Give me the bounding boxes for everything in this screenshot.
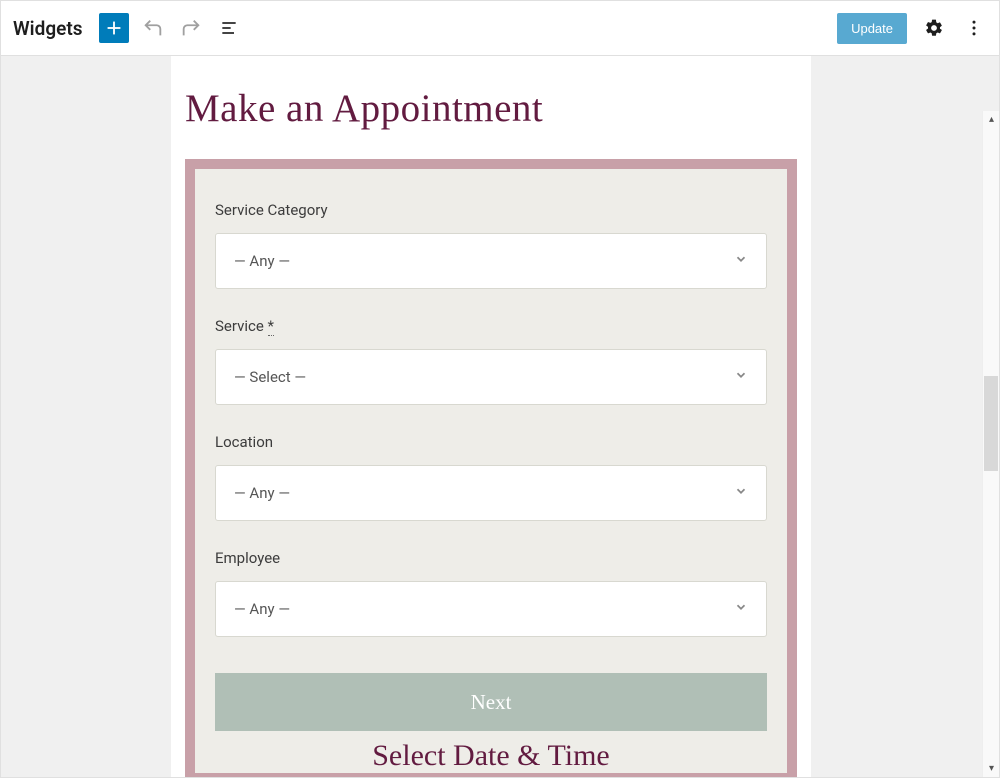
chevron-down-icon [734, 368, 748, 386]
service-category-select[interactable]: — Any — [215, 233, 767, 289]
employee-value: — Any — [234, 600, 290, 618]
employee-label: Employee [215, 549, 767, 567]
chevron-down-icon [734, 252, 748, 270]
scroll-up-arrow[interactable]: ▴ [983, 111, 999, 128]
form-frame: Service Category — Any — Service * — Sel… [185, 159, 797, 777]
location-field: Location — Any — [215, 433, 767, 521]
appointment-heading: Make an Appointment [185, 86, 811, 131]
service-field: Service * — Select — [215, 317, 767, 405]
chevron-down-icon [734, 600, 748, 618]
service-select[interactable]: — Select — [215, 349, 767, 405]
more-vertical-icon [964, 18, 984, 38]
gear-icon [924, 18, 944, 38]
add-block-button[interactable] [99, 13, 129, 43]
service-category-field: Service Category — Any — [215, 201, 767, 289]
page-title: Widgets [13, 17, 83, 40]
redo-icon [180, 17, 202, 39]
service-value: — Select — [234, 368, 306, 386]
scroll-down-arrow[interactable]: ▾ [983, 760, 999, 777]
form-body: Service Category — Any — Service * — Sel… [195, 169, 787, 773]
scroll-thumb[interactable] [984, 376, 998, 471]
service-category-label: Service Category [215, 201, 767, 219]
more-options-button[interactable] [961, 15, 987, 41]
settings-button[interactable] [921, 15, 947, 41]
editor-toolbar: Widgets Update [1, 1, 999, 56]
undo-icon [142, 17, 164, 39]
undo-button[interactable] [139, 14, 167, 42]
step2-heading: Select Date & Time [215, 731, 767, 773]
toolbar-left: Widgets [13, 13, 243, 43]
list-view-button[interactable] [215, 14, 243, 42]
widget-block: Make an Appointment Service Category — A… [171, 56, 811, 777]
editor-canvas: Make an Appointment Service Category — A… [1, 56, 999, 777]
required-mark: * [268, 317, 274, 336]
next-button[interactable]: Next [215, 673, 767, 731]
employee-field: Employee — Any — [215, 549, 767, 637]
location-select[interactable]: — Any — [215, 465, 767, 521]
vertical-scrollbar[interactable]: ▴ ▾ [982, 111, 999, 777]
toolbar-right: Update [837, 13, 987, 44]
chevron-down-icon [734, 484, 748, 502]
service-category-value: — Any — [234, 252, 290, 270]
redo-button[interactable] [177, 14, 205, 42]
plus-icon [103, 17, 125, 39]
location-value: — Any — [234, 484, 290, 502]
location-label: Location [215, 433, 767, 451]
list-view-icon [219, 18, 239, 38]
update-button[interactable]: Update [837, 13, 907, 44]
service-label: Service * [215, 317, 767, 335]
employee-select[interactable]: — Any — [215, 581, 767, 637]
